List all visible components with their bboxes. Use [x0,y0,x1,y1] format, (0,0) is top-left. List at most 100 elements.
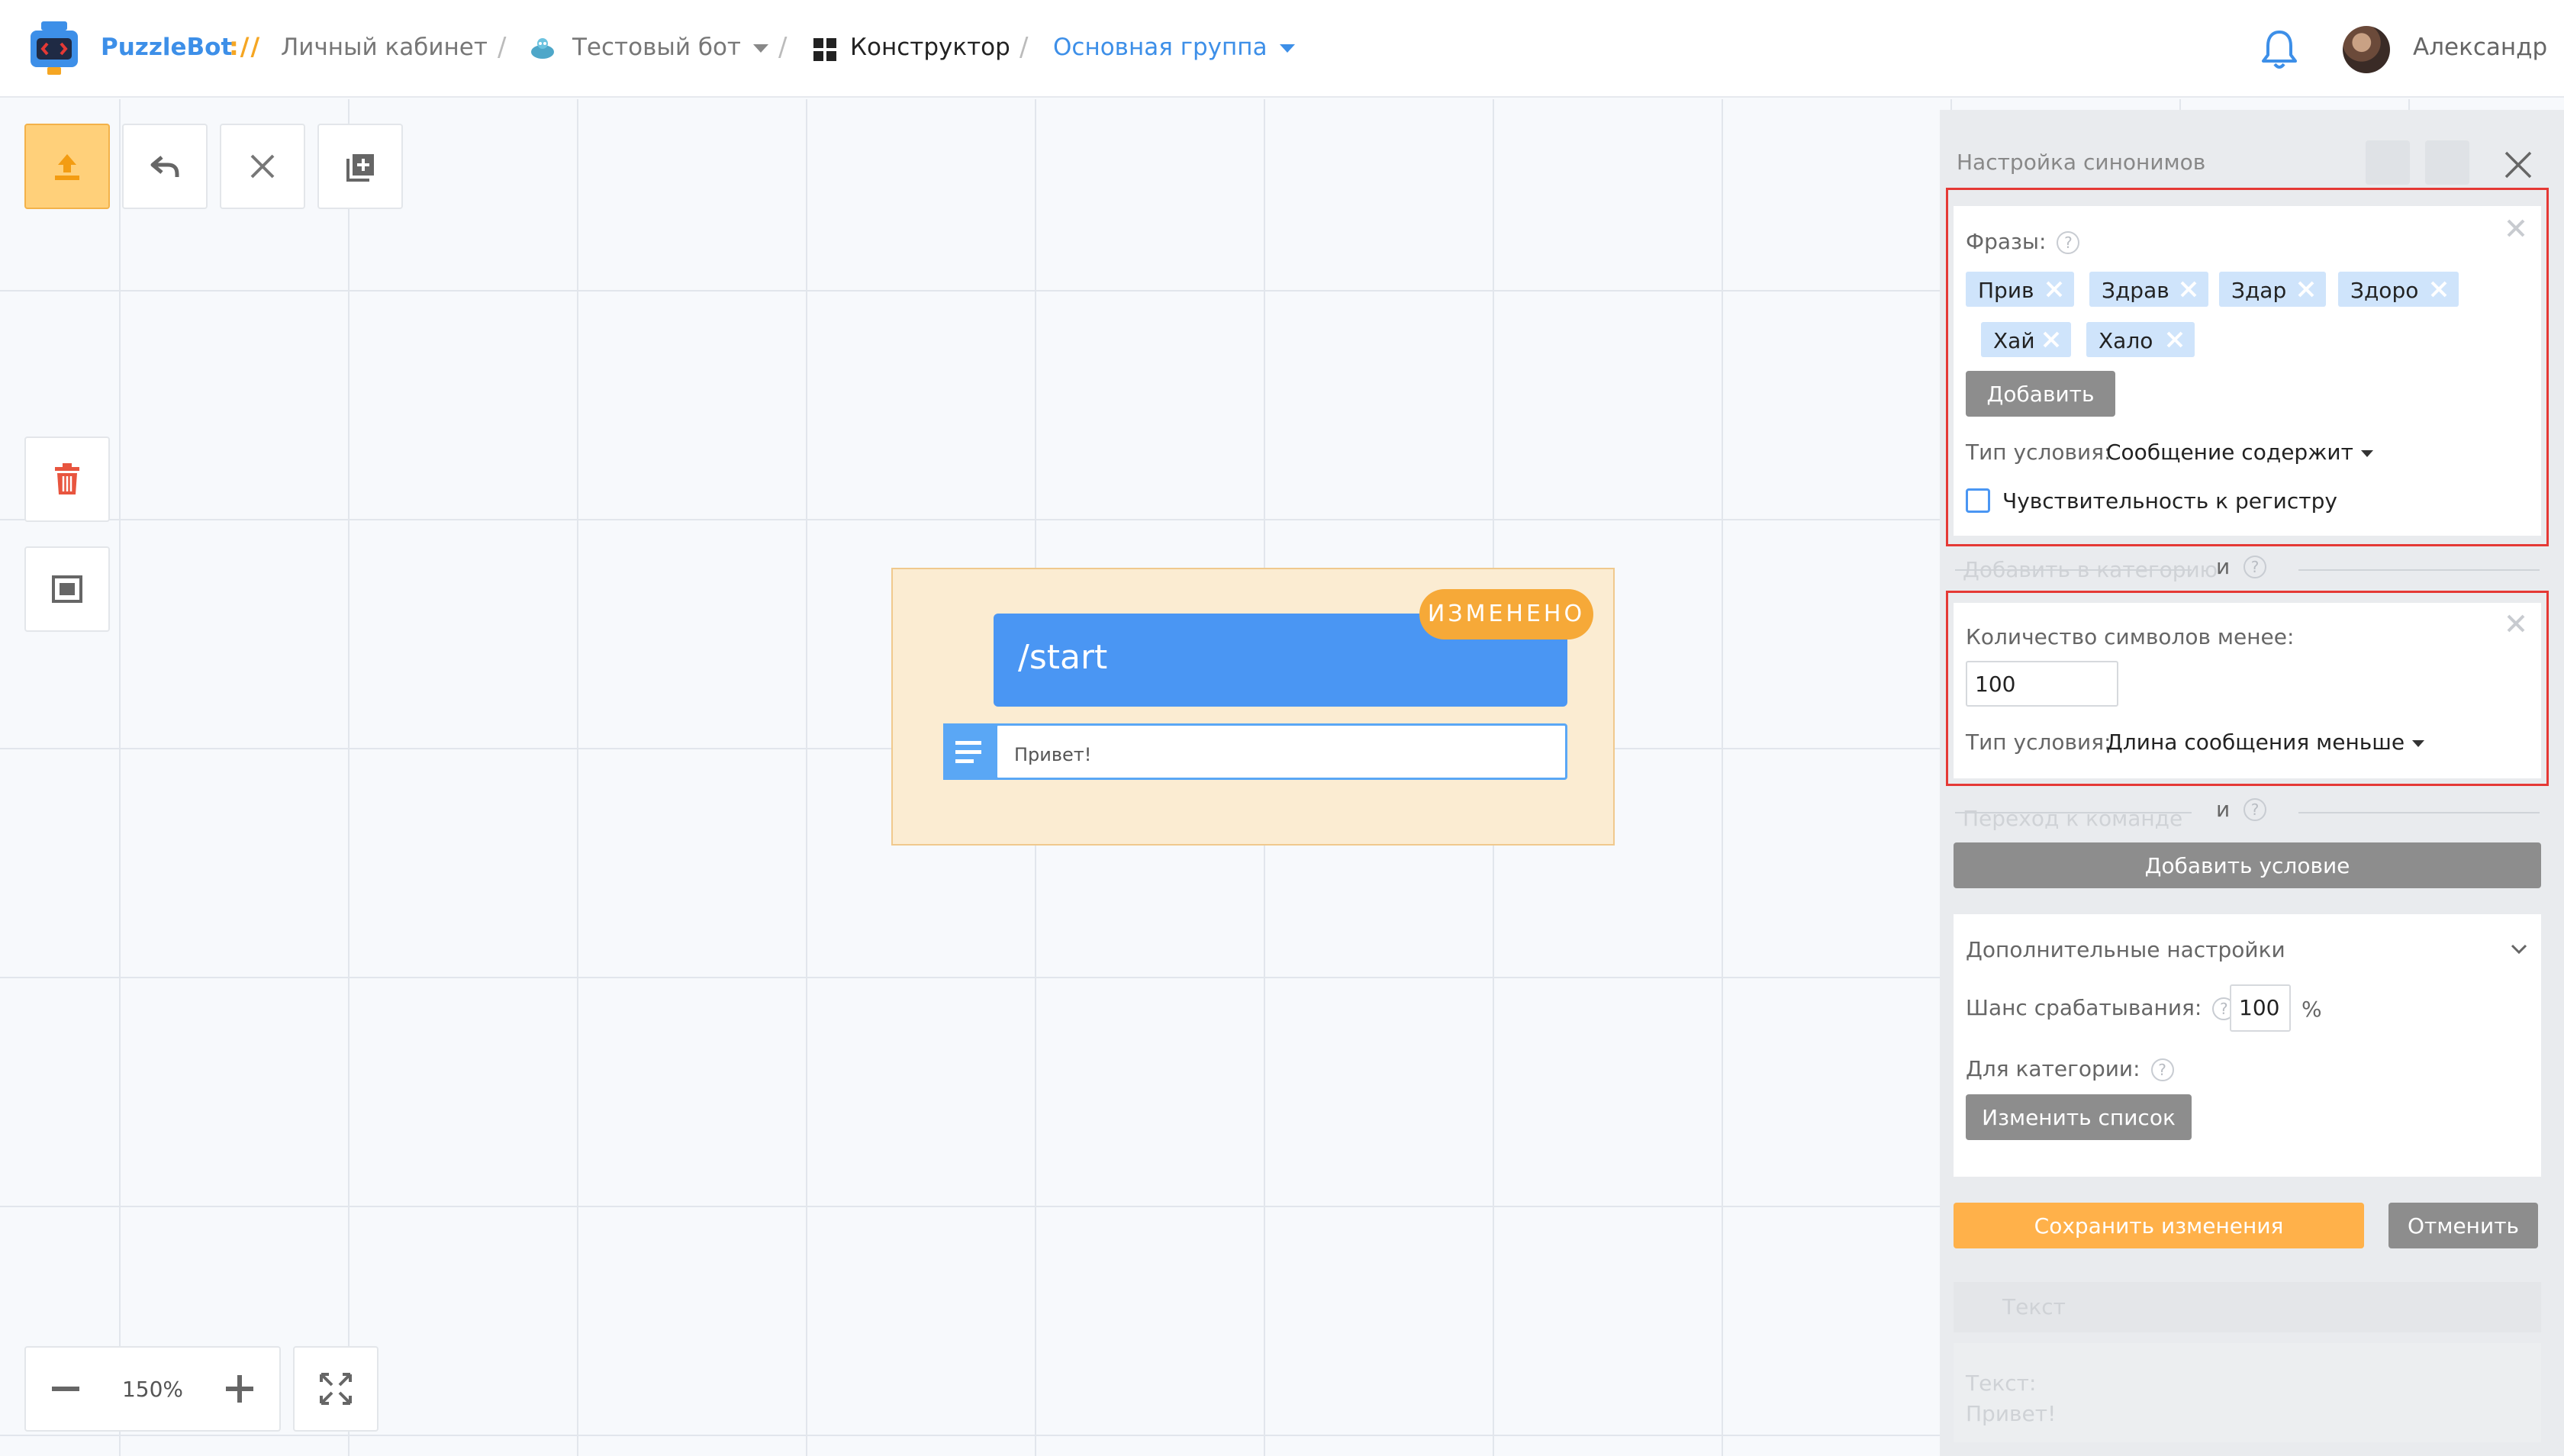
divider [2298,569,2540,571]
node-message[interactable]: Привет! [995,723,1567,780]
breadcrumb-bot-label: Тестовый бот [572,34,741,61]
remove-icon[interactable] [2178,279,2199,300]
help-icon[interactable]: ? [2057,231,2080,254]
close-icon [250,154,275,179]
user-name[interactable]: Александр [2413,34,2547,61]
chance-label: Шанс срабатывания:? [1966,995,2236,1020]
discard-button[interactable] [220,124,305,209]
puzzlebot-logo-icon[interactable] [27,20,81,78]
fit-screen-button[interactable] [293,1346,378,1432]
category-label-text: Для категории: [1966,1056,2140,1081]
bell-icon[interactable] [2259,27,2300,70]
breadcrumb-separator: / [778,32,788,63]
expand-icon [320,1373,352,1405]
chance-input[interactable]: 100 [2230,984,2291,1032]
panel-action-button[interactable] [2366,140,2410,185]
changed-badge: ИЗМЕНЕНО [1419,589,1593,639]
and-connector: и [2216,797,2231,822]
phrase-chip-text: Прив [1978,278,2034,303]
bot-icon [531,38,554,59]
add-condition-button[interactable]: Добавить условие [1954,842,2541,888]
zoom-in-icon[interactable] [223,1372,256,1406]
breadcrumb-cabinet[interactable]: Личный кабинет [281,34,488,61]
select-area-button[interactable] [24,546,110,632]
condition-type-label: Тип условия: [1966,440,2111,465]
remove-icon[interactable] [2295,279,2317,300]
phrase-chip: Здар [2219,272,2326,307]
phrase-chip: Прив [1966,272,2074,307]
chevron-down-icon[interactable] [2509,939,2529,958]
panel-title: Настройка синонимов [1957,150,2206,175]
add-block-button[interactable] [317,124,403,209]
frame-icon [52,575,82,603]
ghost-block-body [1954,1343,2541,1442]
chevron-down-icon [752,44,768,53]
phrases-label: Фразы:? [1966,229,2080,254]
remove-icon[interactable] [2044,279,2065,300]
publish-button[interactable] [24,124,110,209]
zoom-control: 150% [24,1346,281,1432]
remove-icon[interactable] [2428,279,2450,300]
breadcrumb-separator: / [498,32,507,63]
category-label: Для категории:? [1966,1056,2174,1081]
phrase-chip-text: Хало [2099,328,2153,353]
chance-unit: % [2301,997,2322,1022]
undo-button[interactable] [122,124,208,209]
cancel-button[interactable]: Отменить [2388,1203,2538,1248]
breadcrumb-bot[interactable]: Тестовый бот [572,34,768,61]
and-connector: и [2216,554,2231,579]
avatar[interactable] [2343,26,2390,73]
extra-settings-title[interactable]: Дополнительные настройки [1966,937,2285,962]
case-sensitive-checkbox[interactable] [1966,488,1990,513]
ghost-text-label: Текст: [1966,1371,2037,1396]
breadcrumb-group[interactable]: Основная группа [1053,34,1295,61]
divider [2298,812,2540,813]
ghost-block-title: Текст [2002,1294,2066,1319]
length-label: Количество символов менее: [1966,624,2295,649]
remove-icon[interactable] [2041,329,2062,350]
trash-icon [55,463,79,494]
breadcrumb-group-label: Основная группа [1053,34,1268,61]
close-icon[interactable] [2506,218,2526,238]
top-header: PuzzleBot :// Личный кабинет / Тестовый … [0,0,2564,98]
zoom-level: 150% [121,1376,184,1402]
caret-down-icon [2412,739,2425,747]
phrases-label-text: Фразы: [1966,229,2047,254]
change-list-button[interactable]: Изменить список [1966,1094,2192,1140]
caret-down-icon [2360,449,2373,457]
save-button[interactable]: Сохранить изменения [1954,1203,2364,1248]
condition-type-select[interactable]: Длина сообщения меньше [2106,730,2425,755]
brand-separator: :// [229,32,262,61]
add-phrase-button[interactable]: Добавить [1966,371,2115,417]
zoom-out-icon[interactable] [49,1372,82,1406]
go-to-command-text: Переход к команде [1963,806,2183,831]
upload-icon [55,154,79,180]
condition-type-value: Сообщение содержит [2106,440,2353,465]
phrase-chip: Здоро [2338,272,2459,307]
breadcrumb-constructor[interactable]: Конструктор [850,34,1010,61]
chance-label-text: Шанс срабатывания: [1966,995,2202,1020]
phrase-chip-text: Хай [1993,328,2035,353]
brand-name[interactable]: PuzzleBot [101,34,232,61]
phrase-chip: Хай [1981,322,2071,357]
add-to-category-text: Добавить в категорию [1963,557,2218,582]
panel-copy-button[interactable] [2425,140,2469,185]
remove-icon[interactable] [2164,329,2186,350]
text-block-icon [943,723,998,780]
phrase-chip-text: Здар [2231,278,2287,303]
help-icon[interactable]: ? [2244,798,2266,821]
help-icon[interactable]: ? [2244,556,2266,578]
condition-type-label: Тип условия: [1966,730,2111,755]
delete-button[interactable] [24,436,110,522]
case-sensitive-label: Чувствительность к регистру [2002,488,2337,514]
close-icon[interactable] [2506,614,2526,633]
close-icon[interactable] [2503,150,2533,180]
condition-type-select[interactable]: Сообщение содержит [2106,440,2373,465]
ghost-text-value: Привет! [1966,1401,2057,1426]
phrase-chip-text: Здрав [2102,278,2169,303]
length-input[interactable]: 100 [1966,661,2118,707]
phrase-chip-text: Здоро [2350,278,2419,303]
undo-icon [150,156,179,177]
help-icon[interactable]: ? [2150,1058,2174,1081]
phrase-chip: Здрав [2089,272,2208,307]
